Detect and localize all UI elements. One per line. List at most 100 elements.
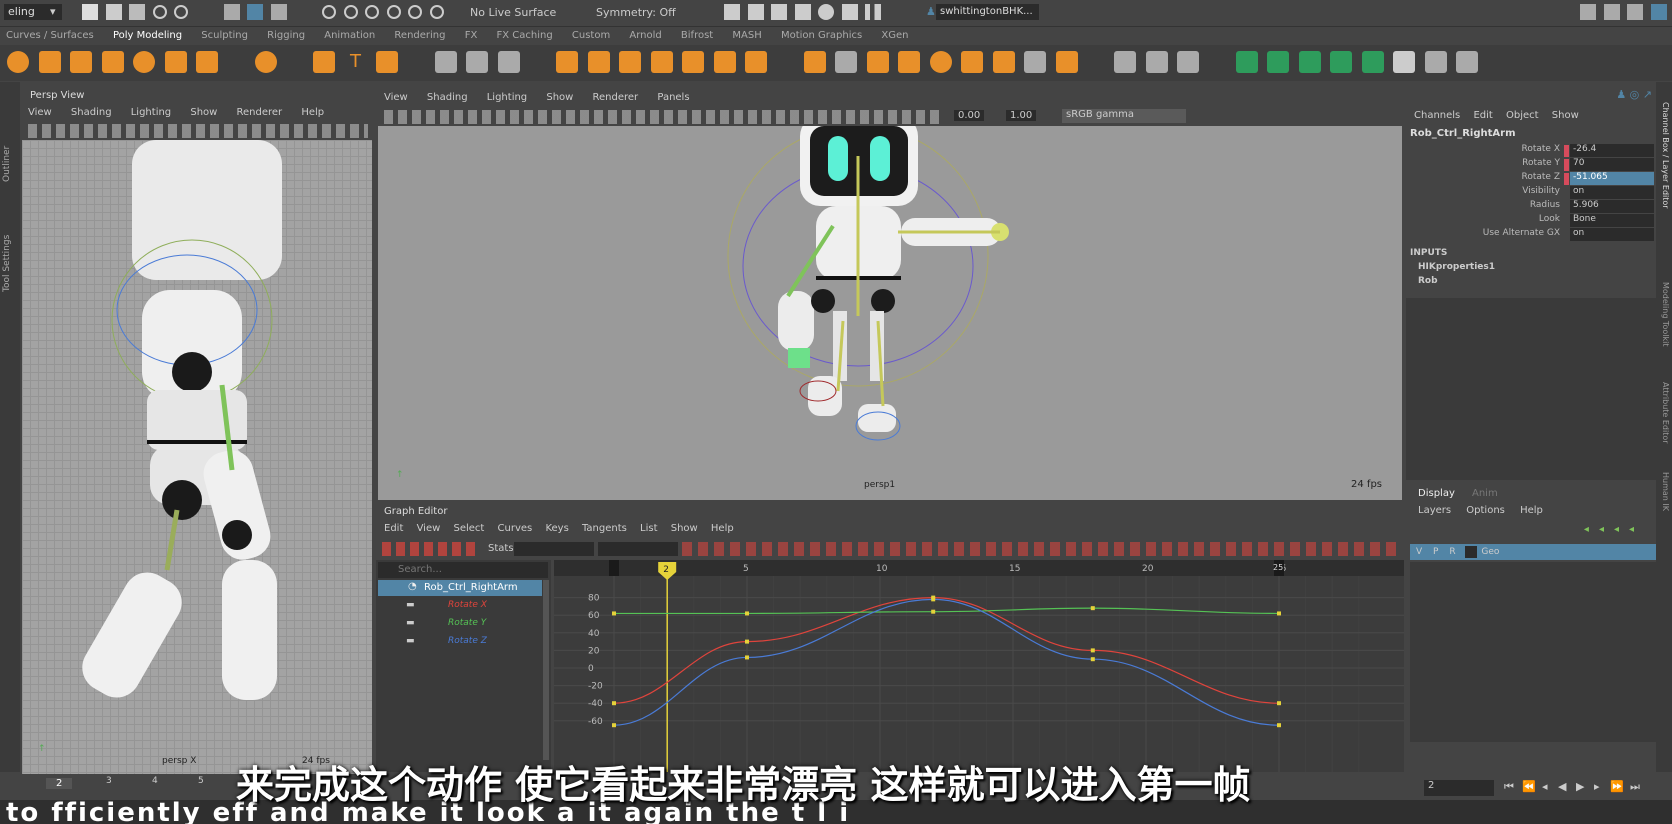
menu-layers[interactable]: Layers bbox=[1418, 505, 1451, 516]
attr-row-rotate-z[interactable]: Rotate Z -51.065 bbox=[1406, 172, 1656, 186]
menu-renderer[interactable]: Renderer bbox=[237, 107, 283, 118]
attr-row-look[interactable]: Look Bone bbox=[1406, 214, 1656, 228]
type-icon[interactable]: T bbox=[345, 51, 367, 73]
append-icon[interactable] bbox=[745, 51, 767, 73]
poly-cube-icon[interactable] bbox=[38, 51, 61, 73]
play-backwards-icon[interactable]: ◀ bbox=[1558, 780, 1566, 793]
target-weld-icon[interactable] bbox=[961, 51, 983, 73]
shelf-tab[interactable]: XGen bbox=[881, 30, 908, 41]
graph-area[interactable]: 806040200-20-40-600510152025252 bbox=[554, 560, 1404, 772]
poly-cone-icon[interactable] bbox=[101, 51, 124, 73]
fill-hole-icon[interactable] bbox=[713, 51, 736, 73]
modeling-toolkit-icon[interactable] bbox=[1580, 4, 1596, 20]
outliner-tab[interactable]: Outliner bbox=[2, 146, 12, 182]
menu-keys[interactable]: Keys bbox=[545, 523, 568, 534]
shelf-tab[interactable]: Custom bbox=[572, 30, 610, 41]
attr-value[interactable]: -51.065 bbox=[1570, 172, 1654, 185]
layer-reference-toggle[interactable]: R bbox=[1449, 547, 1455, 557]
separate-icon[interactable] bbox=[497, 51, 520, 73]
arnold-render-icon[interactable] bbox=[841, 4, 858, 20]
menu-shading[interactable]: Shading bbox=[427, 92, 468, 103]
poly-disc-icon[interactable] bbox=[196, 51, 218, 73]
edge-loop-icon[interactable] bbox=[835, 51, 857, 73]
render-settings-icon[interactable] bbox=[771, 4, 787, 20]
camera-uv-icon[interactable] bbox=[1361, 51, 1384, 73]
attr-row-radius[interactable]: Radius 5.906 bbox=[1406, 200, 1656, 214]
menu-edit[interactable]: Edit bbox=[384, 523, 403, 534]
bool-icon[interactable] bbox=[682, 51, 704, 73]
uv-layout-icon[interactable] bbox=[1177, 51, 1199, 73]
outliner-scrollbar[interactable] bbox=[543, 580, 549, 760]
poly-sphere-icon[interactable] bbox=[7, 51, 29, 73]
sew-uv-icon[interactable] bbox=[1456, 51, 1478, 73]
shelf-tab[interactable]: Rigging bbox=[267, 30, 305, 41]
menu-show[interactable]: Show bbox=[1552, 110, 1579, 121]
open-scene-icon[interactable] bbox=[105, 4, 122, 20]
attr-value[interactable]: Bone bbox=[1570, 214, 1654, 227]
shelf-tab[interactable]: Curves / Surfaces bbox=[6, 30, 94, 41]
step-forward-key-icon[interactable]: ⏩ bbox=[1610, 780, 1624, 793]
menu-curves[interactable]: Curves bbox=[498, 523, 533, 534]
channel-row-rotate-x[interactable]: ▬ Rotate X bbox=[378, 598, 542, 614]
menu-edit[interactable]: Edit bbox=[1473, 110, 1492, 121]
menu-shading[interactable]: Shading bbox=[71, 107, 112, 118]
symmetry-dropdown[interactable]: Symmetry: Off bbox=[596, 6, 676, 19]
attr-value[interactable]: on bbox=[1570, 186, 1654, 199]
shelf-tab[interactable]: Arnold bbox=[629, 30, 661, 41]
menu-view[interactable]: View bbox=[384, 92, 408, 103]
menu-view[interactable]: View bbox=[28, 107, 52, 118]
undo-icon[interactable] bbox=[152, 5, 167, 19]
attr-row-use-alternate-gx[interactable]: Use Alternate GX on bbox=[1406, 228, 1656, 242]
select-hierarchy-icon[interactable] bbox=[223, 4, 240, 20]
smooth-icon[interactable] bbox=[556, 51, 578, 73]
stats-field-1[interactable] bbox=[514, 542, 594, 556]
menu-tangents[interactable]: Tangents bbox=[582, 523, 627, 534]
menu-show[interactable]: Show bbox=[546, 92, 573, 103]
user-login-dropdown[interactable]: swhittingtonBHK... bbox=[936, 4, 1039, 20]
input-node[interactable]: HIKproperties1 bbox=[1418, 262, 1495, 272]
menu-help[interactable]: Help bbox=[301, 107, 324, 118]
gamma-field[interactable]: 1.00 bbox=[1006, 110, 1037, 121]
super-shape-icon[interactable] bbox=[313, 51, 335, 73]
menu-show[interactable]: Show bbox=[671, 523, 698, 534]
ipr-render-icon[interactable] bbox=[747, 4, 764, 20]
attr-row-visibility[interactable]: Visibility on bbox=[1406, 186, 1656, 200]
shelf-tab[interactable]: FX bbox=[465, 30, 478, 41]
layer-tab-anim[interactable]: Anim bbox=[1472, 488, 1498, 499]
platonic-solid-icon[interactable] bbox=[254, 51, 277, 73]
channel-row-rotate-y[interactable]: ▬ Rotate Y bbox=[378, 616, 542, 632]
poly-torus-icon[interactable] bbox=[133, 51, 155, 73]
menu-list[interactable]: List bbox=[640, 523, 657, 534]
render-view-icon[interactable] bbox=[818, 4, 834, 20]
svg-icon[interactable] bbox=[376, 51, 398, 73]
menu-options[interactable]: Options bbox=[1466, 505, 1505, 516]
render-frame-icon[interactable] bbox=[724, 4, 740, 20]
attr-value[interactable]: -26.4 bbox=[1570, 144, 1654, 157]
new-scene-icon[interactable] bbox=[82, 4, 98, 20]
hypershade-icon[interactable] bbox=[794, 4, 811, 20]
select-component-icon[interactable] bbox=[270, 4, 287, 20]
step-forward-frame-icon[interactable]: ▸ bbox=[1594, 780, 1600, 793]
go-to-start-icon[interactable]: ⏮ bbox=[1504, 780, 1514, 794]
mirror-icon[interactable] bbox=[434, 51, 457, 73]
checker-uv-icon[interactable] bbox=[1393, 51, 1415, 73]
menu-lighting[interactable]: Lighting bbox=[487, 92, 527, 103]
snap-view-icon[interactable] bbox=[386, 5, 401, 19]
menu-renderer[interactable]: Renderer bbox=[593, 92, 639, 103]
outliner-node-row[interactable]: ◔ Rob_Ctrl_RightArm bbox=[378, 580, 542, 596]
shelf-tab[interactable]: Motion Graphics bbox=[781, 30, 862, 41]
layer-row-geo[interactable]: V P R Geo bbox=[1410, 544, 1656, 560]
stats-field-2[interactable] bbox=[598, 542, 678, 556]
tool-settings-tab[interactable]: Tool Settings bbox=[2, 235, 12, 292]
shelf-tab[interactable]: FX Caching bbox=[496, 30, 552, 41]
layer-tab-display[interactable]: Display bbox=[1418, 488, 1455, 499]
channel-box-tab[interactable]: Channel Box / Layer Editor bbox=[1661, 102, 1670, 209]
cylindrical-uv-icon[interactable] bbox=[1267, 51, 1289, 73]
bevel-icon[interactable] bbox=[650, 51, 673, 73]
menu-select[interactable]: Select bbox=[453, 523, 484, 534]
left-viewport-canvas[interactable]: ↑ persp X 24 fps bbox=[22, 140, 372, 774]
snap-grid-icon[interactable] bbox=[322, 5, 336, 19]
snap-live-icon[interactable] bbox=[429, 5, 444, 19]
search-input[interactable]: Search... bbox=[378, 562, 548, 578]
multicut-icon[interactable] bbox=[803, 51, 826, 73]
